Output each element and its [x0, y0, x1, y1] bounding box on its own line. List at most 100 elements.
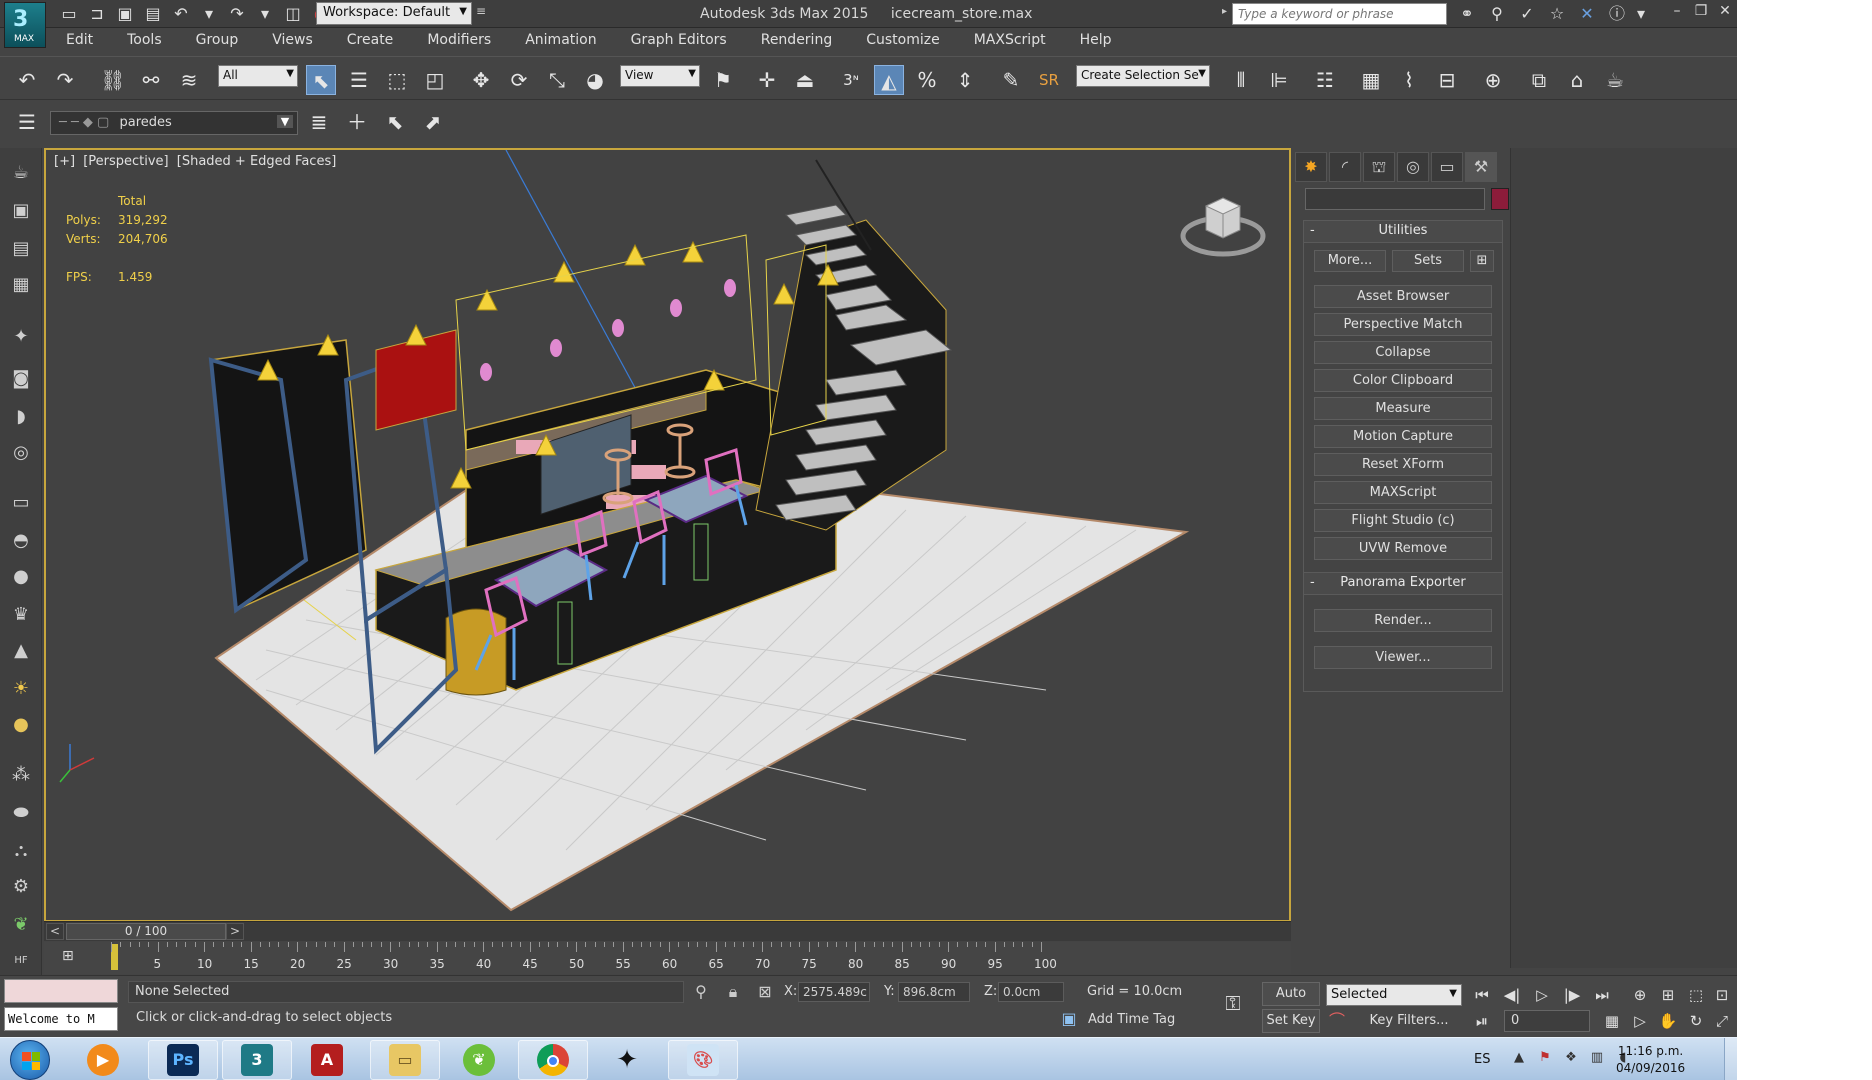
more-button[interactable]: More...: [1314, 250, 1386, 272]
select-by-name-icon[interactable]: ☰: [344, 65, 374, 95]
sun-icon[interactable]: ☀: [8, 676, 34, 702]
orbit-icon[interactable]: ↻: [1684, 1010, 1708, 1032]
modify-tab-icon[interactable]: ◜: [1329, 152, 1361, 182]
rendered-frame-window-icon[interactable]: ⌂: [1562, 65, 1592, 95]
y-coordinate-input[interactable]: 896.8cm: [898, 982, 970, 1002]
select-and-place-icon[interactable]: ◕: [580, 65, 610, 95]
go-to-end-icon[interactable]: ⏭: [1590, 984, 1614, 1006]
action-center-flag-icon[interactable]: ⚑: [1536, 1050, 1554, 1068]
material-editor-icon[interactable]: ⊕: [1478, 65, 1508, 95]
gear-icon[interactable]: ⚙: [8, 874, 34, 900]
motion-tab-icon[interactable]: ◎: [1397, 152, 1429, 182]
menu-tools[interactable]: Tools: [110, 28, 179, 54]
perspective-match-button[interactable]: Perspective Match: [1314, 313, 1492, 336]
set-key-button[interactable]: Set Key: [1262, 1009, 1320, 1033]
image-icon[interactable]: ▣: [8, 198, 34, 224]
maxscript-listener-output[interactable]: Welcome to M: [4, 1007, 118, 1031]
viewport-point-of-view-menu[interactable]: [Perspective]: [83, 154, 168, 169]
key-mode-dropdown[interactable]: Selected ▼: [1326, 984, 1462, 1006]
minimize-icon[interactable]: –: [1668, 3, 1686, 23]
object-name-field[interactable]: [1305, 188, 1485, 210]
particles-icon[interactable]: ⁂: [8, 762, 34, 788]
sets-button[interactable]: Sets: [1392, 250, 1464, 272]
utilities-rollout-header[interactable]: - Utilities: [1304, 221, 1502, 243]
uvw-remove-button[interactable]: UVW Remove: [1314, 537, 1492, 560]
binoculars-icon[interactable]: ⚭: [1456, 3, 1478, 25]
select-and-rotate-icon[interactable]: ⟳: [504, 65, 534, 95]
selection-filter-dropdown[interactable]: All ▼: [218, 65, 298, 87]
close-icon[interactable]: ✕: [1716, 3, 1734, 23]
sr-button[interactable]: SR: [1034, 65, 1064, 95]
next-frame-icon[interactable]: |▶: [1560, 984, 1584, 1006]
undo-dropdown-icon[interactable]: ▾: [198, 3, 220, 25]
graphite-ribbon-icon[interactable]: ▦: [1356, 65, 1386, 95]
taskbar-3dsmax[interactable]: 3: [222, 1040, 292, 1080]
render-production-icon[interactable]: ☕: [1600, 65, 1630, 95]
lightbulb-icon[interactable]: ✦: [8, 324, 34, 350]
key-filters-button[interactable]: Key Filters...: [1356, 1009, 1462, 1033]
start-button[interactable]: [10, 1040, 50, 1080]
structure-icon[interactable]: ⛬: [8, 838, 34, 864]
menu-group[interactable]: Group: [179, 28, 256, 54]
search-expand-icon[interactable]: ▸: [1222, 6, 1227, 17]
time-tag-icon[interactable]: ▣: [1058, 1008, 1080, 1030]
maximize-viewport-icon[interactable]: ⤢: [1710, 1010, 1734, 1032]
reference-coordinate-dropdown[interactable]: View ▼: [620, 65, 700, 87]
exchange-icon[interactable]: ✕: [1576, 3, 1598, 25]
taskbar-autocad[interactable]: A: [304, 1040, 350, 1080]
maxscript-listener-input[interactable]: [4, 979, 118, 1003]
plant-icon[interactable]: ❦: [8, 912, 34, 938]
taskbar-media-player[interactable]: ▶: [80, 1040, 126, 1080]
undo-icon[interactable]: ↶: [12, 65, 42, 95]
pivot-center-icon[interactable]: ⚑: [708, 65, 738, 95]
new-scene-icon[interactable]: ▭: [58, 3, 80, 25]
time-configuration-icon[interactable]: ▦: [1600, 1010, 1624, 1032]
configure-sets-icon[interactable]: ⊞: [1470, 250, 1494, 272]
select-objects-in-layer-icon[interactable]: ⬈: [418, 107, 448, 137]
viewport-shading-menu[interactable]: [Shaded + Edged Faces]: [177, 154, 337, 169]
mirror-icon[interactable]: ⫴: [1226, 65, 1256, 95]
add-selection-to-layer-icon[interactable]: ⬉: [380, 107, 410, 137]
teapot-icon[interactable]: ☕: [8, 160, 34, 186]
sound-icon[interactable]: ◗: [8, 404, 34, 430]
track-bar[interactable]: ⊞ 5 10 15 20 25 30 35 40 45 50 55 60 65 …: [44, 942, 1291, 974]
render-button[interactable]: Render...: [1314, 609, 1492, 632]
mini-curve-editor-icon[interactable]: ⊞: [62, 948, 74, 964]
sphere-icon[interactable]: ●: [8, 564, 34, 590]
flight-studio-button[interactable]: Flight Studio (c): [1314, 509, 1492, 532]
display-tab-icon[interactable]: ▭: [1431, 152, 1463, 182]
restore-icon[interactable]: ❐: [1692, 3, 1710, 23]
layer-properties-icon[interactable]: ≣: [304, 107, 334, 137]
select-and-move-icon[interactable]: ✥: [466, 65, 496, 95]
layer-explorer-icon[interactable]: ☰: [12, 107, 42, 137]
keyboard-shortcut-toggle-icon[interactable]: ⏏: [790, 65, 820, 95]
zoom-extents-icon[interactable]: ⊕: [1628, 984, 1652, 1006]
taskbar-chrome[interactable]: [518, 1040, 588, 1080]
key-tools-icon[interactable]: ⚲: [1486, 3, 1508, 25]
panorama-rollout-header[interactable]: - Panorama Exporter: [1304, 573, 1502, 595]
project-folder-icon[interactable]: ◫: [282, 3, 304, 25]
edit-named-selection-icon[interactable]: ✎: [996, 65, 1026, 95]
dome-icon[interactable]: ◓: [8, 528, 34, 554]
menu-rendering[interactable]: Rendering: [744, 28, 850, 54]
snaps-toggle-icon[interactable]: 3ᶰ: [836, 65, 866, 95]
redo-icon[interactable]: ↷: [50, 65, 80, 95]
save-as-icon[interactable]: ▤: [142, 3, 164, 25]
named-selection-sets-dropdown[interactable]: Create Selection Se ▼: [1076, 65, 1210, 87]
layer-manager-icon[interactable]: ☷: [1310, 65, 1340, 95]
isolate-selection-icon[interactable]: ⚲: [690, 981, 712, 1003]
color-clipboard-button[interactable]: Color Clipboard: [1314, 369, 1492, 392]
taskbar-zbrush[interactable]: ✦: [604, 1040, 650, 1080]
window-crossing-icon[interactable]: ◰: [420, 65, 450, 95]
menu-create[interactable]: Create: [330, 28, 411, 54]
select-and-link-icon[interactable]: ⛓: [98, 65, 128, 95]
taskbar-sketchup-like[interactable]: ❦: [456, 1040, 502, 1080]
default-in-out-tangents-icon[interactable]: ⌒: [1326, 1010, 1348, 1032]
current-frame-input[interactable]: 0: [1504, 1010, 1590, 1032]
bind-space-warp-icon[interactable]: ≋: [174, 65, 204, 95]
show-desktop-button[interactable]: [1724, 1038, 1737, 1080]
menu-animation[interactable]: Animation: [508, 28, 613, 54]
key-mode-toggle-icon[interactable]: ⏯: [1470, 1010, 1494, 1032]
viewer-button[interactable]: Viewer...: [1314, 646, 1492, 669]
application-menu-button[interactable]: 3 MAX: [4, 2, 46, 48]
